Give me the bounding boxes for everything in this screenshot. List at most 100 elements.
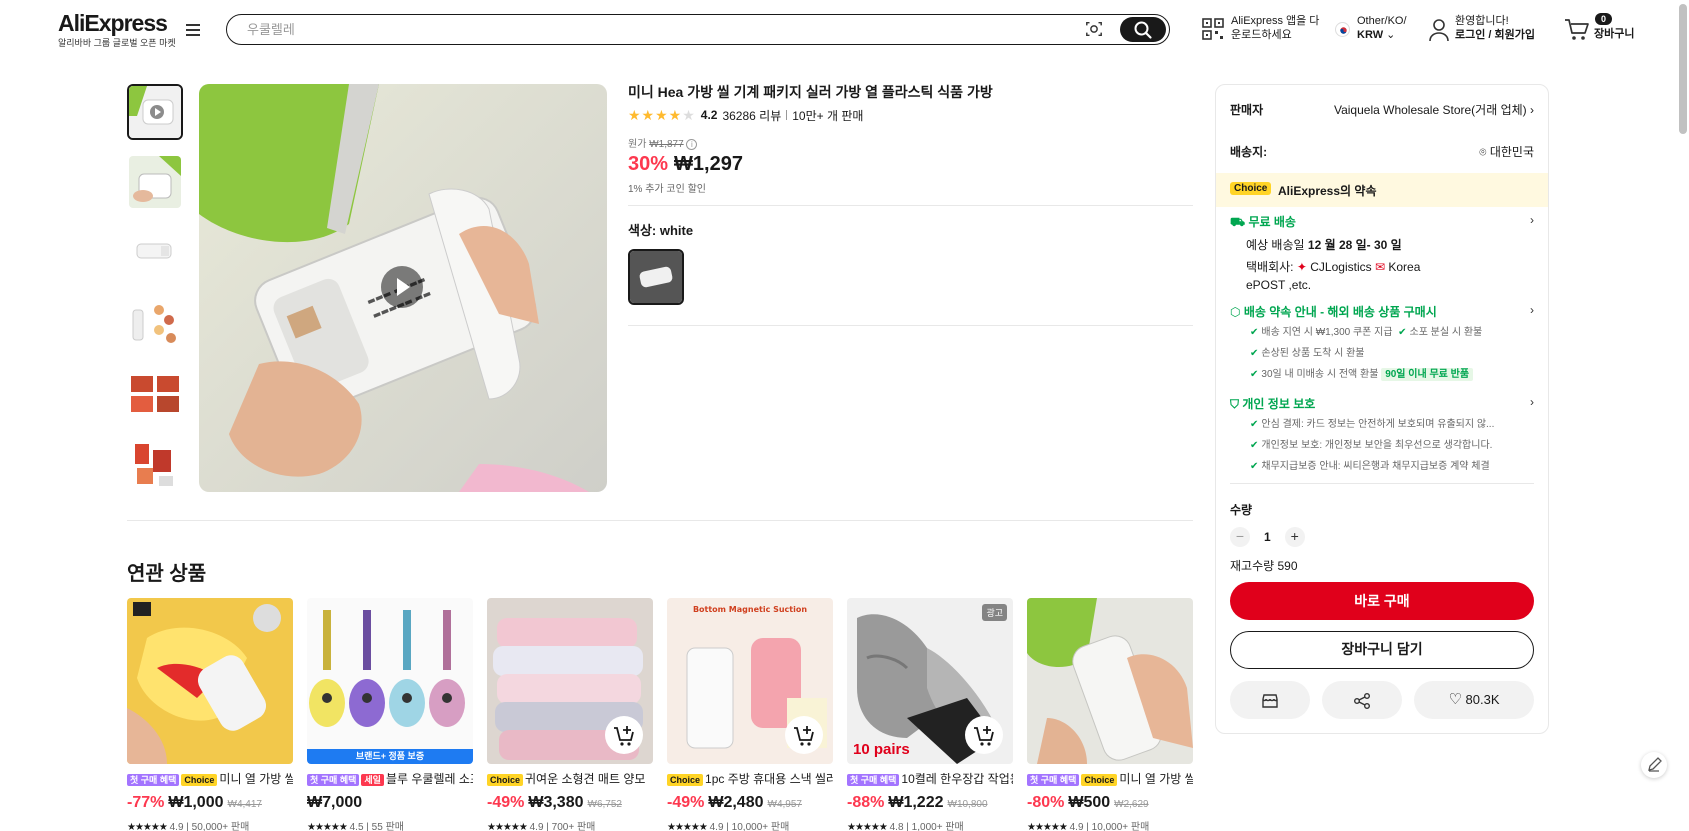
product-card[interactable]: 광고 10 pairs 첫 구매 혜택 10켤레 한우장갑 작업용 -88% ₩1,… <box>847 598 1013 831</box>
product-rating: 4.8 <box>889 822 904 831</box>
seller-row[interactable]: 판매자 Vaiquela Wholesale Store(거래 업체) › <box>1230 101 1534 118</box>
ship-to-row[interactable]: 배송지: ⌾ 대한민국 <box>1230 143 1534 160</box>
play-video-button[interactable] <box>381 266 423 308</box>
chevron-right-icon: › <box>1530 213 1534 227</box>
product-discount: -80% <box>1027 794 1065 811</box>
product-card[interactable]: 브랜드+ 정품 보증 첫 구매 혜택세일블루 우쿨렐레 소프라노 ₩7,000 … <box>307 598 473 831</box>
product-image[interactable]: Bottom Magnetic Suction <box>667 598 833 764</box>
product-original-price: ₩4,957 <box>767 799 802 810</box>
product-image[interactable]: 광고 10 pairs <box>847 598 1013 764</box>
user-icon[interactable] <box>1428 18 1450 42</box>
product-image[interactable]: 브랜드+ 정품 보증 <box>307 598 473 764</box>
purchase-panel: 판매자 Vaiquela Wholesale Store(거래 업체) › 배송… <box>1215 84 1549 734</box>
current-price: ₩1,297 <box>674 153 743 175</box>
product-image[interactable] <box>487 598 653 764</box>
first-order-tag: 첫 구매 혜택 <box>307 774 360 786</box>
color-swatch-white[interactable] <box>628 249 684 305</box>
product-sold: 10,000+ 판매 <box>1091 822 1150 831</box>
thumbnail-image[interactable] <box>127 154 183 210</box>
page-scrollbar[interactable] <box>1679 4 1687 134</box>
separator <box>786 110 788 120</box>
heart-icon: ♡ <box>1448 691 1462 708</box>
region-line: Other/KO/ <box>1357 15 1407 27</box>
app-line1: AliExpress 앱을 다 <box>1231 15 1320 27</box>
download-app-link[interactable]: AliExpress 앱을 다 운로드하세요 <box>1231 14 1319 42</box>
shield-box-icon: ⬡ <box>1230 305 1241 319</box>
quantity-value[interactable]: 1 <box>1264 530 1271 544</box>
cj-logo-icon: ✦ <box>1296 260 1307 274</box>
product-sold: 700+ 판매 <box>551 822 596 831</box>
original-price-row: 원가 ₩1,877 i <box>628 135 1193 150</box>
product-card[interactable]: 첫 구매 혜택Choice미니 열 가방 씰 기계 -80%₩500₩2,629… <box>1027 598 1193 831</box>
privacy-section[interactable]: ⛉ 개인 정보 보호 › ✔ 안심 결제: 카드 정보는 안전하게 보호되며 유출… <box>1230 395 1534 474</box>
product-price: ₩3,380 <box>528 794 584 811</box>
thumbnail-image[interactable] <box>127 364 183 420</box>
search-input[interactable] <box>247 20 1047 38</box>
logo-text: AliExpress <box>58 10 168 36</box>
increase-qty-button[interactable]: + <box>1284 527 1305 547</box>
ship-to-label: 배송지: <box>1230 145 1268 159</box>
store-button[interactable] <box>1230 681 1310 719</box>
guarantee-item: 30일 내 미배송 시 전액 환불 <box>1261 369 1379 380</box>
delivery-guarantee-section[interactable]: ⬡ 배송 약속 안내 - 해외 배송 상품 구매시 › ✔ 배송 지연 시 ₩1,… <box>1230 303 1534 382</box>
edit-feedback-button[interactable] <box>1641 752 1667 778</box>
product-card[interactable]: 첫 구매 혜택Choice미니 열 가방 씰 기계 -77%₩1,000₩4,4… <box>127 598 293 831</box>
star-rating-icon: ★★★★★ <box>307 822 348 831</box>
product-info: 미니 Hea 가방 씰 기계 패키지 실러 가방 열 플라스틱 식품 가방 ★★… <box>628 82 1193 326</box>
check-icon: ✔ <box>1398 327 1407 338</box>
share-icon <box>1354 692 1370 709</box>
product-name: 미니 열 가방 씰 기계 <box>1119 772 1193 786</box>
aliexpress-logo[interactable]: AliExpress 알리바바 그룹 글로벌 오픈 마켓 <box>58 11 176 49</box>
search-icon <box>1134 21 1152 39</box>
free-shipping-section[interactable]: ⛟ 무료 배송 › 예상 배송일 12 월 28 일- 30 일 택배회사: ✦… <box>1230 213 1534 292</box>
add-to-cart-circle[interactable] <box>605 716 643 754</box>
product-image[interactable] <box>127 598 293 764</box>
stock-count: 재고수량 590 <box>1230 559 1298 573</box>
delivery-prefix: 예상 배송일 <box>1246 238 1305 252</box>
menu-icon[interactable] <box>186 24 200 36</box>
product-image[interactable] <box>1027 598 1193 764</box>
chevron-right-icon: › <box>1530 395 1534 409</box>
main-product-image[interactable]: ▬▬▬ ▬▬▬▬ ▬▬▬▬▬ ▬▬ <box>199 84 607 492</box>
info-icon[interactable]: i <box>686 138 698 150</box>
add-to-cart-circle[interactable] <box>965 716 1003 754</box>
pairs-overlay-text: 10 pairs <box>853 741 910 758</box>
price-row: 30% ₩1,297 <box>628 153 1193 176</box>
delivery-date: 12 월 28 일- 30 일 <box>1307 238 1402 252</box>
product-price: ₩7,000 <box>307 794 363 811</box>
share-button[interactable] <box>1322 681 1402 719</box>
add-to-cart-circle[interactable] <box>785 716 823 754</box>
seller-name-link[interactable]: Vaiquela Wholesale Store(거래 업체) › <box>1334 101 1534 118</box>
cart-icon[interactable] <box>1564 18 1590 42</box>
cart-label[interactable]: 장바구니 <box>1594 27 1634 41</box>
qr-code-icon[interactable] <box>1202 18 1224 40</box>
product-sold: 10,000+ 판매 <box>731 822 790 831</box>
product-original-price: ₩2,629 <box>1114 799 1149 810</box>
product-original-price: ₩6,752 <box>587 799 622 810</box>
review-count[interactable]: 36286 리뷰 <box>722 107 781 124</box>
product-card[interactable]: Choice 귀여운 소형견 매트 양모 -49% ₩3,380 ₩6,752 ★★★… <box>487 598 653 831</box>
currency-label: KRW <box>1357 29 1384 41</box>
wishlist-button[interactable]: ♡ 80.3K <box>1414 681 1534 719</box>
product-rating: 4.9 <box>169 822 184 831</box>
thumbnail-image[interactable] <box>127 434 183 490</box>
region-currency-selector[interactable]: Other/KO/ KRW ⌄ <box>1357 14 1407 42</box>
product-card[interactable]: Bottom Magnetic Suction Choice 1pc 주방 휴대용… <box>667 598 833 831</box>
thumbnail-image[interactable] <box>127 224 183 280</box>
decrease-qty-button[interactable]: − <box>1230 527 1250 547</box>
image-search-icon[interactable] <box>1085 20 1103 38</box>
privacy-item: 개인정보 보호: 개인정보 보안을 최우선으로 생각합니다. <box>1261 440 1493 451</box>
account-link[interactable]: 환영합니다! 로그인 / 회원가입 <box>1455 14 1535 42</box>
original-price-label: 원가 <box>628 139 647 150</box>
color-label: 색상: white <box>628 223 694 238</box>
thumbnail-video[interactable] <box>127 84 183 140</box>
add-to-cart-button[interactable]: 장바구니 담기 <box>1230 631 1534 669</box>
product-rating: 4.9 <box>1069 822 1084 831</box>
search-button[interactable] <box>1120 17 1166 42</box>
ship-to-country: 대한민국 <box>1489 145 1534 159</box>
product-original-price: ₩10,800 <box>947 799 988 810</box>
product-original-price: ₩4,417 <box>227 799 262 810</box>
buy-now-button[interactable]: 바로 구매 <box>1230 582 1534 620</box>
first-order-tag: 첫 구매 혜택 <box>127 774 180 786</box>
thumbnail-image[interactable] <box>127 294 183 350</box>
